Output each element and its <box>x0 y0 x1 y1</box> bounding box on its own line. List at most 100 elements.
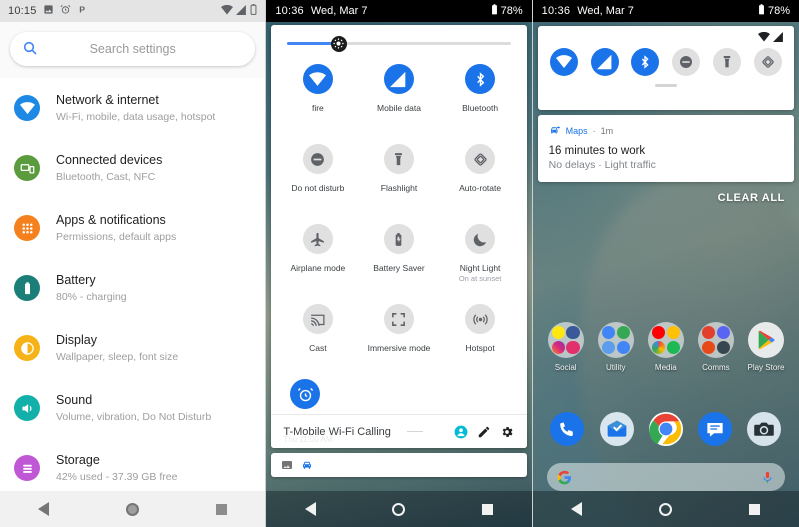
folder-comms[interactable]: Comms <box>693 322 739 372</box>
home-dock[interactable] <box>533 412 799 446</box>
notification-maps[interactable]: Maps · 1m 16 minutes to work No delays ·… <box>537 115 794 182</box>
shortcut-bar[interactable] <box>271 453 527 477</box>
folder-utility[interactable]: Utility <box>593 322 639 372</box>
qs-tile-night-light[interactable]: Night Light On at sunset <box>440 215 521 295</box>
settings-row-connected-devices[interactable]: Connected devices Bluetooth, Cast, NFC <box>0 138 265 198</box>
bluetooth-icon[interactable] <box>465 64 496 94</box>
home-icon[interactable] <box>659 502 673 516</box>
play-store-icon[interactable] <box>747 322 784 358</box>
dnd-icon[interactable] <box>302 144 333 174</box>
back-icon[interactable] <box>38 502 50 516</box>
home-icon[interactable] <box>126 502 140 516</box>
search-icon <box>22 40 40 58</box>
carrier-faded-text: Thu 11:00 AM <box>283 435 333 444</box>
fullscreen-icon[interactable] <box>383 304 414 334</box>
hotspot-icon[interactable] <box>465 304 496 334</box>
dnd-icon[interactable] <box>672 48 701 76</box>
status-bar: 10:36 Wed, Mar 7 78% <box>532 0 799 22</box>
brightness-track[interactable] <box>287 35 511 52</box>
qs-tile-immersive-mode[interactable]: Immersive mode <box>358 295 439 375</box>
messages-icon[interactable] <box>698 412 733 446</box>
folder-icon-grid[interactable] <box>647 322 684 358</box>
qs-tile-cast[interactable]: Cast <box>277 295 358 375</box>
user-icon[interactable] <box>454 424 469 439</box>
drag-handle[interactable] <box>654 84 677 87</box>
shade-toggle-row[interactable] <box>538 46 794 76</box>
battery-saver-icon[interactable] <box>383 224 414 254</box>
wifi-icon[interactable] <box>302 64 333 94</box>
nightlight-icon[interactable] <box>465 224 496 254</box>
qs-tile-flashlight[interactable]: Flashlight <box>358 135 439 215</box>
quick-settings-grid[interactable]: fire Mobile data Bluetooth Do not distur… <box>271 49 526 375</box>
recents-icon[interactable] <box>215 503 227 515</box>
battery-percent: 78% <box>767 5 790 17</box>
recents-icon[interactable] <box>749 503 761 515</box>
car-icon[interactable] <box>301 459 313 471</box>
notification-age: 1m <box>600 126 614 136</box>
chrome-icon[interactable] <box>648 412 683 446</box>
home-icon[interactable] <box>392 502 406 516</box>
airplane-icon[interactable] <box>302 224 333 254</box>
autorotate-icon[interactable] <box>753 48 782 76</box>
qs-extra-row[interactable] <box>271 375 526 409</box>
folder-icon-grid[interactable] <box>597 322 634 358</box>
folder-media[interactable]: Media <box>643 322 689 372</box>
navigation-bar[interactable] <box>0 491 266 527</box>
brightness-slider[interactable] <box>271 25 526 52</box>
camera-icon[interactable] <box>747 412 782 446</box>
qs-tile-bluetooth[interactable]: Bluetooth <box>440 55 521 135</box>
back-icon[interactable] <box>571 502 583 516</box>
qs-tile-auto-rotate[interactable]: Auto-rotate <box>440 135 521 215</box>
signal-icon[interactable] <box>383 64 414 94</box>
qs-label: Auto-rotate <box>459 183 502 193</box>
signal-icon[interactable] <box>590 48 619 76</box>
status-right-icons <box>221 4 257 18</box>
cast-icon[interactable] <box>302 304 333 334</box>
app-play-store[interactable]: Play Store <box>743 322 789 372</box>
brightness-slider-icon[interactable] <box>330 35 347 52</box>
search-settings-field[interactable]: Search settings <box>10 32 256 66</box>
autorotate-icon[interactable] <box>465 144 496 174</box>
settings-list[interactable]: Network & internet Wi-Fi, mobile, data u… <box>0 78 266 491</box>
home-folders-row[interactable]: Social Utility Media Comms Play Store <box>533 322 799 372</box>
wifi-icon <box>757 29 770 47</box>
settings-row-sound[interactable]: Sound Volume, vibration, Do Not Disturb <box>0 378 265 438</box>
alarm-icon[interactable] <box>290 379 321 409</box>
qs-label: Mobile data <box>377 103 421 113</box>
google-g-icon[interactable] <box>557 470 572 485</box>
flashlight-icon[interactable] <box>712 48 741 76</box>
app-mini-icon <box>616 340 630 354</box>
navigation-bar[interactable] <box>266 491 532 527</box>
edit-pencil-icon[interactable] <box>477 424 492 439</box>
recents-icon[interactable] <box>482 503 494 515</box>
qs-tile-airplane-mode[interactable]: Airplane mode <box>277 215 358 295</box>
bluetooth-icon[interactable] <box>631 48 660 76</box>
qs-tile-mobile-data[interactable]: Mobile data <box>358 55 439 135</box>
qs-tile-hotspot[interactable]: Hotspot <box>440 295 521 375</box>
settings-row-apps-notifications[interactable]: Apps & notifications Permissions, defaul… <box>0 198 265 258</box>
qs-tile-battery-saver[interactable]: Battery Saver <box>358 215 439 295</box>
row-subtitle: Wi-Fi, mobile, data usage, hotspot <box>56 110 216 123</box>
folder-icon-grid[interactable] <box>697 322 734 358</box>
settings-row-network[interactable]: Network & internet Wi-Fi, mobile, data u… <box>0 78 265 138</box>
wifi-icon[interactable] <box>550 48 579 76</box>
wifi-icon <box>221 4 234 18</box>
phone-icon[interactable] <box>550 412 585 446</box>
screenshot-icon[interactable] <box>281 459 293 471</box>
settings-row-battery[interactable]: Battery 80% - charging <box>0 258 265 318</box>
flashlight-icon[interactable] <box>383 144 414 174</box>
qs-tile-do-not-disturb[interactable]: Do not disturb <box>277 135 358 215</box>
email-icon[interactable] <box>599 412 634 446</box>
settings-row-display[interactable]: Display Wallpaper, sleep, font size <box>0 318 265 378</box>
devices-icon <box>14 155 40 181</box>
qs-tile-wifi[interactable]: fire <box>277 55 358 135</box>
folder-icon-grid[interactable] <box>547 322 584 358</box>
microphone-icon[interactable] <box>760 470 775 485</box>
clear-all-button[interactable]: CLEAR ALL <box>533 182 799 204</box>
google-search-bar[interactable] <box>546 463 785 491</box>
settings-row-storage[interactable]: Storage 42% used - 37.39 GB free <box>0 438 265 491</box>
navigation-bar[interactable] <box>532 491 799 527</box>
settings-gear-icon[interactable] <box>500 424 515 439</box>
back-icon[interactable] <box>304 502 316 516</box>
folder-social[interactable]: Social <box>543 322 589 372</box>
